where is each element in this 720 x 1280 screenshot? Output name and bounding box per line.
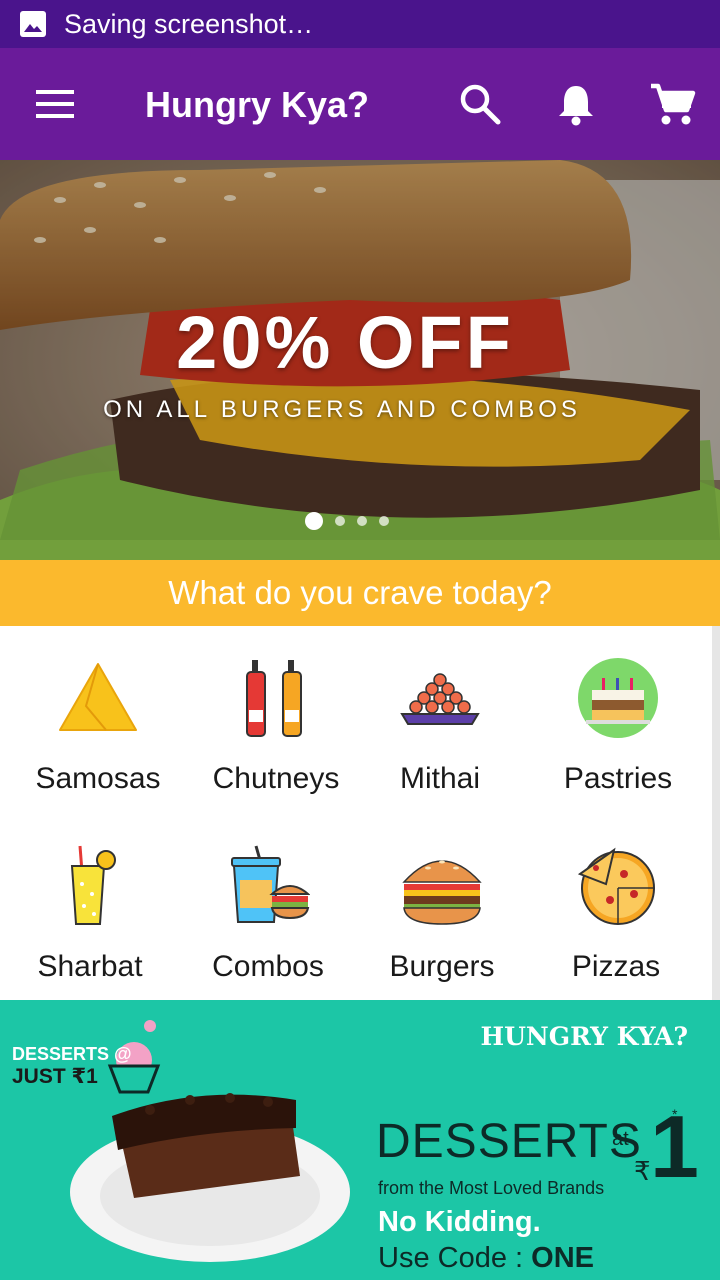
carousel-dot[interactable] bbox=[335, 516, 345, 526]
search-icon[interactable] bbox=[454, 78, 506, 130]
promo-code-prefix: Use Code : bbox=[378, 1242, 532, 1274]
category-label: Burgers bbox=[389, 950, 495, 983]
promo-code-line: Use Code : ONE bbox=[378, 1242, 594, 1275]
carousel-dot[interactable] bbox=[379, 516, 389, 526]
category-label: Samosas bbox=[35, 762, 161, 795]
promo-asterisk: * bbox=[672, 1106, 678, 1122]
mithai-icon bbox=[400, 673, 480, 725]
carousel-dot[interactable] bbox=[305, 512, 323, 530]
category-label: Sharbat bbox=[37, 950, 143, 983]
category-label: Mithai bbox=[399, 762, 481, 795]
pizza-icon bbox=[577, 847, 655, 925]
carousel-dots bbox=[305, 512, 389, 530]
scroll-edge bbox=[712, 626, 720, 1002]
promo-code: ONE bbox=[531, 1242, 594, 1274]
promo-brand: HUNGRY KYA? bbox=[480, 1022, 688, 1051]
status-text: Saving screenshot… bbox=[64, 8, 314, 39]
promo-tag-line-2: JUST ₹1 bbox=[12, 1065, 98, 1088]
app-bar: Hungry Kya? bbox=[0, 48, 720, 160]
menu-icon[interactable] bbox=[32, 84, 80, 124]
image-icon bbox=[20, 11, 46, 37]
category-chutneys[interactable]: Chutneys bbox=[186, 626, 366, 806]
crave-text: What do you crave today? bbox=[168, 574, 552, 611]
combo-icon bbox=[231, 845, 310, 923]
category-label: Pastries bbox=[563, 762, 673, 795]
promo-big-text: DESSERTS bbox=[376, 1115, 642, 1168]
category-label: Pizzas bbox=[571, 950, 661, 983]
promo-from-text: from the Most Loved Brands bbox=[378, 1178, 605, 1198]
cart-icon[interactable] bbox=[646, 78, 698, 130]
chutney-bottles-icon bbox=[246, 660, 302, 737]
category-samosas[interactable]: Samosas bbox=[8, 626, 188, 806]
bell-icon[interactable] bbox=[550, 78, 602, 130]
desserts-promo-banner[interactable]: HUNGRY KYA? DESSERTS @ JUST ₹1 DESSERTS … bbox=[0, 1000, 720, 1280]
category-label: Chutneys bbox=[212, 762, 340, 795]
banner-subline: ON ALL BURGERS AND COMBOS bbox=[103, 396, 581, 423]
app-title: Hungry Kya? bbox=[145, 84, 370, 125]
burger-icon bbox=[402, 860, 482, 925]
promo-at-text: at bbox=[612, 1128, 629, 1150]
category-burgers[interactable]: Burgers bbox=[352, 814, 532, 994]
cake-icon bbox=[578, 658, 658, 738]
promo-currency: ₹ bbox=[634, 1156, 651, 1186]
drink-icon bbox=[70, 845, 116, 925]
banner-headline: 20% OFF bbox=[176, 301, 514, 384]
promo-banner-carousel[interactable]: 20% OFF ON ALL BURGERS AND COMBOS bbox=[0, 160, 720, 560]
promo-tag-line-1: DESSERTS @ bbox=[12, 1044, 132, 1064]
status-bar: Saving screenshot… bbox=[0, 0, 720, 48]
category-grid: Samosas Chutneys Mithai Pastries Sharbat… bbox=[0, 626, 712, 1002]
category-pizzas[interactable]: Pizzas bbox=[526, 814, 706, 994]
category-pastries[interactable]: Pastries bbox=[528, 626, 708, 806]
carousel-dot[interactable] bbox=[357, 516, 367, 526]
category-sharbat[interactable]: Sharbat bbox=[0, 814, 180, 994]
category-label: Combos bbox=[212, 950, 324, 983]
category-mithai[interactable]: Mithai bbox=[350, 626, 530, 806]
promo-no-kidding: No Kidding. bbox=[378, 1206, 541, 1238]
crave-heading: What do you crave today? bbox=[0, 560, 720, 626]
category-combos[interactable]: Combos bbox=[178, 814, 358, 994]
samosa-icon bbox=[59, 663, 137, 731]
